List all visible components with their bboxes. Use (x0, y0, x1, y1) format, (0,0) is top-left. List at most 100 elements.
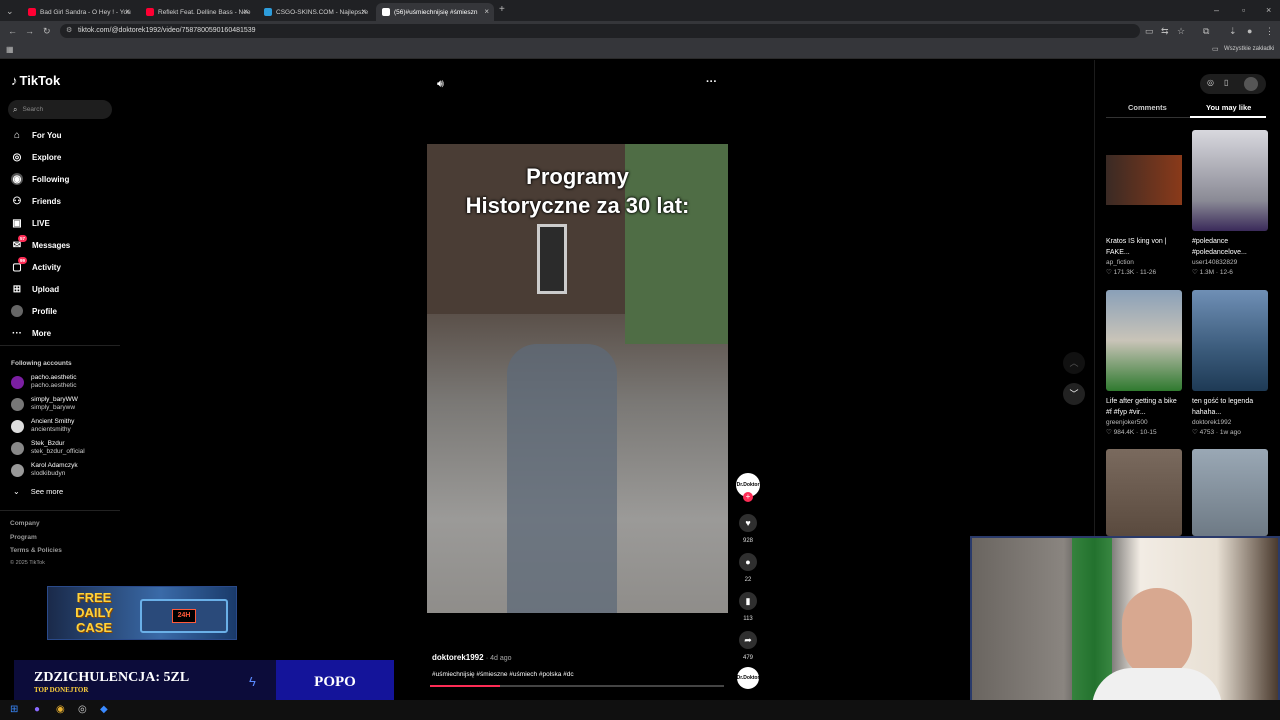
promo-banner: FREE DAILY CASE 24H (47, 586, 237, 640)
browser-menu-icon[interactable]: ⋮ (1265, 26, 1274, 36)
card-meta: ♡ 4753 · 1w ago (1192, 429, 1241, 436)
nav-more[interactable]: ··· More (11, 324, 51, 342)
share-icon[interactable]: ➦ (739, 631, 757, 649)
music-disc-avatar[interactable]: Dr.Doktor (737, 667, 759, 689)
video-options-icon[interactable]: ··· (706, 76, 717, 88)
follow-plus-icon[interactable]: + (743, 492, 753, 502)
following-account[interactable]: pacho.aesthetic pacho.aesthetic (11, 372, 77, 392)
suggested-video-card[interactable] (1106, 449, 1182, 536)
suggested-video-card[interactable] (1192, 449, 1268, 536)
new-tab-button[interactable]: + (499, 5, 505, 15)
video-hashtags[interactable]: #uśmiechnijsię #śmieszne #uśmiech #polsk… (432, 671, 574, 678)
nav-live[interactable]: ▣ LIVE (11, 214, 50, 232)
tiktok-logo[interactable]: ♪ TikTok (11, 73, 60, 88)
following-account[interactable]: Ancient Smithy ancientsmithy (11, 416, 74, 436)
footer-company-link[interactable]: Company (10, 520, 40, 527)
browser-tab-active[interactable]: (56)#uśmiechnijsię #śmieszn × (376, 3, 494, 21)
translate-icon[interactable]: ⇆ (1161, 26, 1169, 36)
following-account[interactable]: Stek_Bzdur stek_bzdur_official (11, 438, 85, 458)
minimize-icon[interactable]: – (1214, 5, 1219, 15)
compass-icon[interactable]: ◎ (1207, 78, 1214, 87)
suggested-video-card[interactable]: Kratos IS king von | FAKE... ap_fiction … (1106, 130, 1182, 278)
nav-for-you[interactable]: ⌂ For You (11, 126, 62, 144)
following-account[interactable]: simply_baryWW simply_baryww (11, 394, 78, 414)
close-tab-icon[interactable]: × (243, 7, 248, 16)
volume-icon[interactable]: 🔊︎ (437, 78, 444, 91)
bookmark-star-icon[interactable]: ☆ (1177, 26, 1185, 36)
video-player[interactable]: Programy Historyczne za 30 lat: (427, 144, 728, 613)
forward-icon[interactable]: → (25, 26, 34, 36)
tab-comments[interactable]: Comments (1128, 103, 1167, 112)
heart-icon[interactable]: ♥ (739, 514, 757, 532)
browser-tab[interactable]: Reflekt Feat. Delline Bass - Nee × (140, 3, 253, 21)
like-action[interactable]: ♥ 928 (738, 514, 758, 544)
video-author[interactable]: doktorek1992 (432, 653, 484, 662)
following-account[interactable]: Karol Adamczyk slodkibudyn (11, 460, 78, 480)
suggested-video-card[interactable]: Life after getting a bike #f #fyp #vir..… (1106, 290, 1182, 438)
nav-following[interactable]: ◉ Following (11, 170, 69, 188)
share-action[interactable]: ➦ 479 (738, 631, 758, 661)
footer-program-link[interactable]: Program (10, 534, 37, 541)
windows-start-icon[interactable]: ⊞ (10, 704, 18, 715)
close-window-icon[interactable]: × (1266, 5, 1271, 15)
comment-action[interactable]: ● 22 (738, 553, 758, 583)
url-field[interactable]: ⚙ tiktok.com/@doktorek1992/video/7587800… (60, 24, 1140, 38)
video-age: · 4d ago (485, 655, 512, 662)
more-icon: ··· (12, 327, 22, 339)
nav-upload[interactable]: ⊞ Upload (11, 280, 59, 298)
promo-case-image: 24H (140, 599, 228, 633)
maximize-icon[interactable]: ▫ (1242, 5, 1245, 15)
all-bookmarks-label[interactable]: Wszystkie zakładki (1224, 46, 1274, 52)
previous-video-button[interactable]: ︿ (1063, 352, 1085, 374)
browser-tab[interactable]: Bad Girl Sandra - O Hey ! - You × (22, 3, 135, 21)
cast-icon[interactable]: ▭ (1145, 26, 1154, 36)
nav-activity[interactable]: ▢ 99 Activity (11, 257, 61, 276)
nav-profile[interactable]: Profile (11, 302, 57, 320)
search-input[interactable]: ⌕ Search (8, 100, 112, 119)
tab-you-may-like[interactable]: You may like (1206, 103, 1251, 112)
card-title: #poledance #poledancelove... (1192, 238, 1247, 256)
activity-badge: 99 (18, 257, 28, 264)
nav-friends[interactable]: ⚇ Friends (11, 192, 61, 210)
see-more-button[interactable]: ⌄ See more (13, 487, 63, 496)
next-video-button[interactable]: ﹀ (1063, 383, 1085, 405)
account-username: slodkibudyn (31, 470, 66, 477)
tab-title: (56)#uśmiechnijsię #śmieszn (394, 8, 478, 16)
video-progress-track[interactable] (430, 685, 724, 687)
close-tab-icon[interactable]: × (125, 7, 130, 16)
browser-tab[interactable]: CSGO-SKINS.COM - Najlepsze × (258, 3, 371, 21)
video-title-line-2: Historyczne za 30 lat: (465, 193, 690, 218)
close-tab-icon[interactable]: × (361, 7, 366, 16)
save-action[interactable]: ▮ 113 (738, 592, 758, 622)
nav-label: Following (32, 174, 70, 184)
tab-title: CSGO-SKINS.COM - Najlepsze (276, 8, 369, 16)
back-icon[interactable]: ← (8, 26, 17, 36)
app-icon[interactable]: ◎ (78, 704, 87, 715)
nav-explore[interactable]: ◎ Explore (11, 148, 62, 166)
chrome-icon[interactable]: ◉ (56, 704, 65, 715)
extensions-icon[interactable]: ⧉ (1203, 26, 1209, 36)
webcam-person-head (1122, 588, 1192, 678)
nav-messages[interactable]: ✉ 57 Messages (11, 235, 70, 254)
steam-icon[interactable]: ◆ (100, 704, 108, 715)
user-avatar[interactable] (1244, 77, 1258, 91)
video-progress-fill (430, 685, 500, 687)
tab-search-icon[interactable]: ⌄ (6, 6, 14, 16)
profile-avatar-icon[interactable]: ● (1247, 26, 1252, 36)
apps-grid-icon[interactable]: ▦ (6, 45, 14, 55)
taskbar: ⊞ ● ◉ ◎ ◆ (0, 700, 1280, 720)
bookmark-icon[interactable]: ▮ (739, 592, 757, 610)
suggested-video-card[interactable]: #poledance #poledancelove... user1408328… (1192, 130, 1268, 278)
phone-icon[interactable]: ▯ (1224, 78, 1228, 87)
card-user: doktorek1992 (1192, 419, 1232, 426)
suggested-video-card[interactable]: ten gość to legenda hahaha... doktorek19… (1192, 290, 1268, 438)
app-icon[interactable]: ● (34, 704, 40, 715)
account-username: ancientsmithy (31, 426, 71, 433)
comment-icon[interactable]: ● (739, 553, 757, 571)
close-tab-icon[interactable]: × (484, 7, 489, 16)
reload-icon[interactable]: ↻ (43, 26, 51, 36)
site-info-icon[interactable]: ⚙ (66, 24, 72, 38)
downloads-icon[interactable]: ⇣ (1229, 26, 1237, 36)
footer-terms-link[interactable]: Terms & Policies (10, 547, 62, 554)
card-title: Kratos IS king von | FAKE... (1106, 238, 1167, 256)
